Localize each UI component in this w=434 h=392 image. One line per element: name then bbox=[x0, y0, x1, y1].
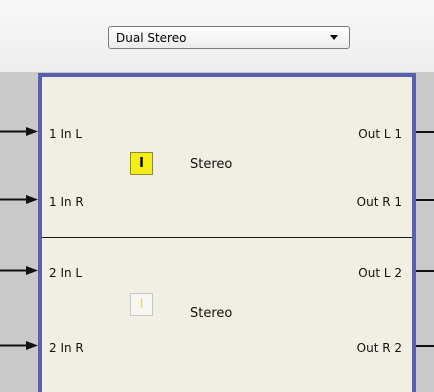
mode-select-value: Dual Stereo bbox=[116, 31, 187, 45]
output-line bbox=[416, 131, 434, 133]
mode-label-2: Stereo bbox=[190, 306, 233, 321]
output-line bbox=[416, 199, 434, 201]
routing-panel: 1 In L Out L 1 I Stereo 1 In R Out R 1 2… bbox=[38, 73, 416, 392]
chevron-down-icon[interactable] bbox=[330, 35, 338, 40]
input-arrow-icon bbox=[0, 341, 38, 350]
input-arrow-icon bbox=[0, 195, 38, 204]
input-label-2-right: 2 In R bbox=[49, 341, 84, 355]
stereo-toggle-2[interactable]: I bbox=[130, 293, 153, 316]
output-label-1-left: Out L 1 bbox=[358, 127, 402, 141]
channel-divider bbox=[42, 237, 412, 238]
input-label-1-right: 1 In R bbox=[49, 195, 84, 209]
input-arrow-icon bbox=[0, 127, 38, 136]
output-line bbox=[416, 270, 434, 272]
output-label-2-right: Out R 2 bbox=[356, 341, 402, 355]
output-label-1-right: Out R 1 bbox=[356, 195, 402, 209]
input-label-1-left: 1 In L bbox=[49, 127, 83, 141]
input-label-2-left: 2 In L bbox=[49, 266, 83, 280]
mode-select[interactable]: Dual Stereo bbox=[108, 26, 350, 49]
output-label-2-left: Out L 2 bbox=[358, 266, 402, 280]
stereo-toggle-1[interactable]: I bbox=[130, 152, 153, 175]
toolbar-area: Dual Stereo bbox=[0, 0, 434, 72]
mode-label-1: Stereo bbox=[190, 157, 233, 172]
output-line bbox=[416, 345, 434, 347]
input-arrow-icon bbox=[0, 266, 38, 275]
